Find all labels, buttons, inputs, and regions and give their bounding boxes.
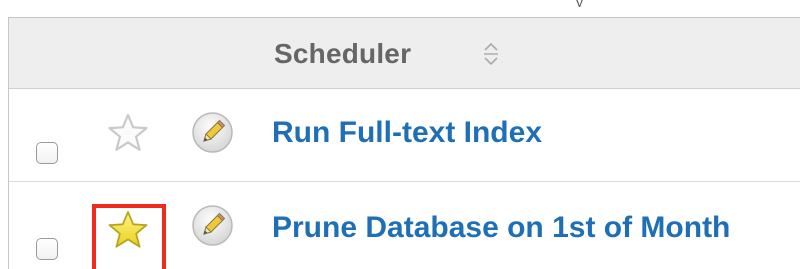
star-outline-icon[interactable] xyxy=(107,113,149,153)
scheduler-name-link[interactable]: Prune Database on 1st of Month xyxy=(272,211,730,245)
table-row: Prune Database on 1st of Month xyxy=(9,182,800,269)
row-select-checkbox[interactable] xyxy=(36,238,58,260)
scheduler-column-header[interactable]: Scheduler xyxy=(274,38,411,70)
row-select-checkbox[interactable] xyxy=(36,142,58,164)
top-clipped-area: y xyxy=(0,0,800,18)
scheduler-name-link[interactable]: Run Full-text Index xyxy=(272,116,542,150)
sort-up-down-icon[interactable] xyxy=(482,40,500,66)
star-filled-icon[interactable] xyxy=(107,210,149,250)
scheduler-table: Scheduler Run Full-text Index Prune Data… xyxy=(8,17,800,269)
pencil-edit-icon[interactable] xyxy=(190,203,235,248)
clipped-text-fragment: y xyxy=(576,0,586,7)
scheduler-list-screen: y Scheduler xyxy=(0,0,800,269)
table-row: Run Full-text Index xyxy=(9,89,800,182)
table-header-row: Scheduler xyxy=(9,18,800,89)
pencil-edit-icon[interactable] xyxy=(190,110,235,155)
